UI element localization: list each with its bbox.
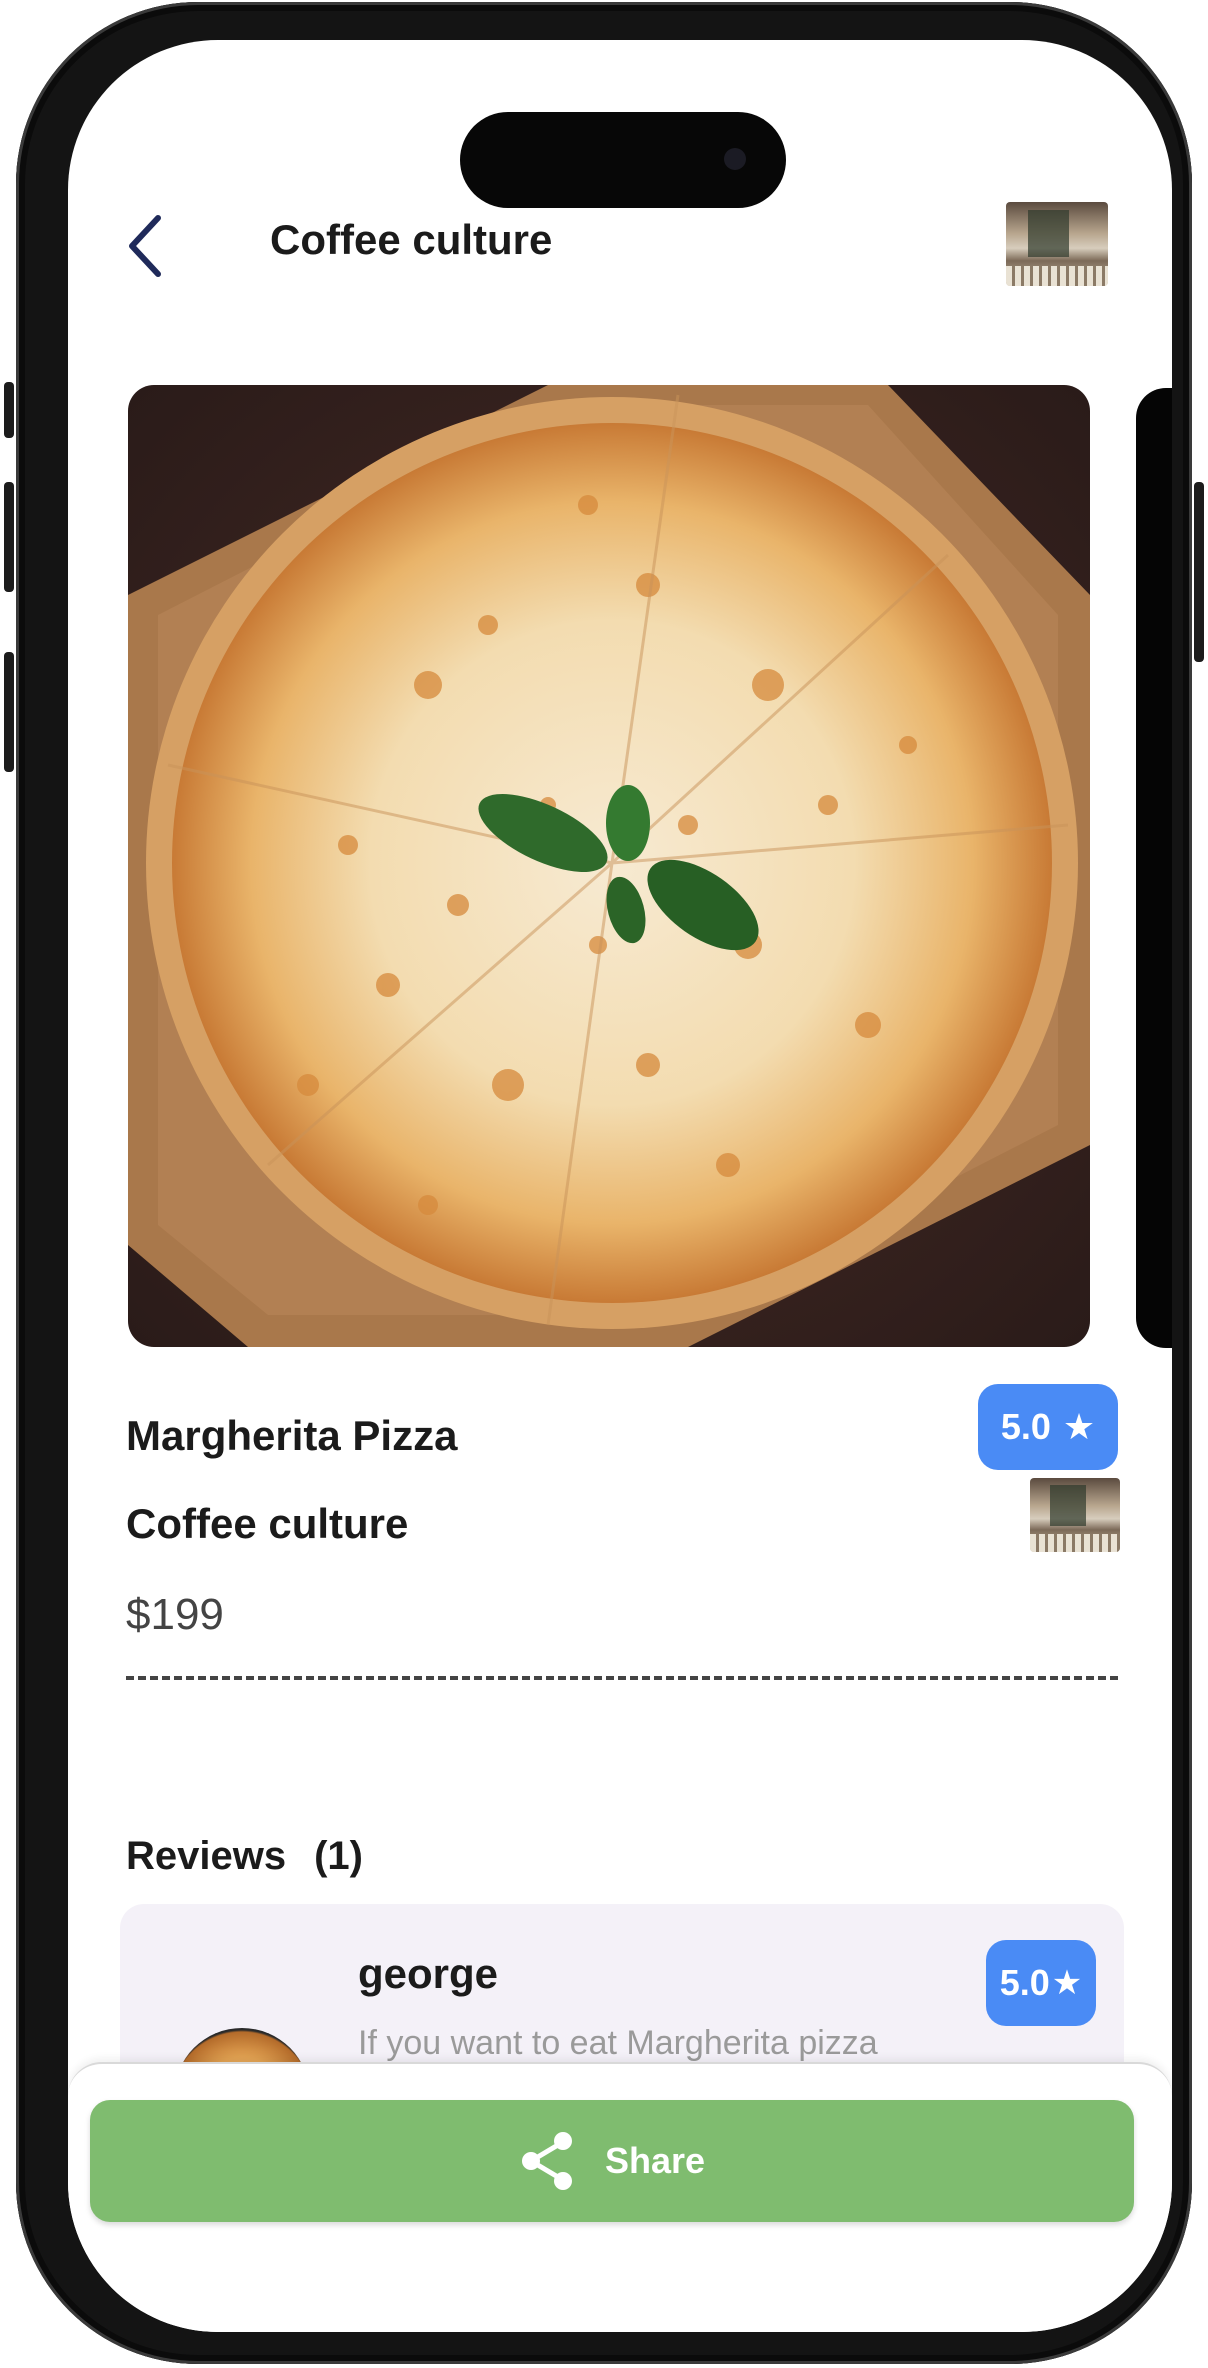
reviews-heading: Reviews (1) <box>126 1834 363 1879</box>
dashed-divider <box>126 1676 1118 1680</box>
volume-up-button <box>4 382 14 438</box>
mute-switch <box>4 652 14 772</box>
item-price: $199 <box>126 1590 224 1639</box>
store-thumbnail-header[interactable] <box>1006 202 1108 286</box>
store-name[interactable]: Coffee culture <box>126 1500 408 1548</box>
review-text: If you want to eat Margherita pizza <box>358 2024 878 2062</box>
front-camera <box>724 148 746 170</box>
share-button[interactable]: Share <box>90 2100 1134 2222</box>
bottom-action-bar: Share <box>68 2062 1172 2332</box>
phone-frame: Coffee culture Margherita Pizza 5.0 ★ Co… <box>4 2 1204 2364</box>
item-rating-badge[interactable]: 5.0 ★ <box>978 1384 1118 1470</box>
share-label: Share <box>604 2140 706 2181</box>
item-rating-value: 5.0 <box>1000 1406 1051 1447</box>
side-drawer-handle[interactable] <box>1136 388 1172 1348</box>
star-icon: ★ <box>1051 1964 1083 2002</box>
review-rating-value: 5.0 <box>999 1962 1050 2003</box>
star-icon: ★ <box>1062 1406 1096 1447</box>
dynamic-island <box>460 112 786 208</box>
page-title: Coffee culture <box>270 216 553 263</box>
power-button <box>1194 482 1204 662</box>
app-screen: Coffee culture Margherita Pizza 5.0 ★ Co… <box>68 40 1172 2332</box>
reviewer-name: george <box>358 1950 499 1997</box>
reviews-count: (1) <box>314 1834 363 1878</box>
back-button[interactable] <box>122 210 170 282</box>
food-image <box>128 385 1090 1347</box>
store-thumbnail[interactable] <box>1030 1478 1120 1552</box>
review-rating-badge: 5.0 ★ <box>986 1940 1096 2026</box>
chevron-left-icon <box>129 215 161 277</box>
item-name: Margherita Pizza <box>126 1412 458 1459</box>
reviews-title: Reviews <box>126 1834 287 1878</box>
share-icon <box>521 2132 572 2190</box>
pizza-photo <box>128 385 1090 1347</box>
volume-down-button <box>4 482 14 592</box>
